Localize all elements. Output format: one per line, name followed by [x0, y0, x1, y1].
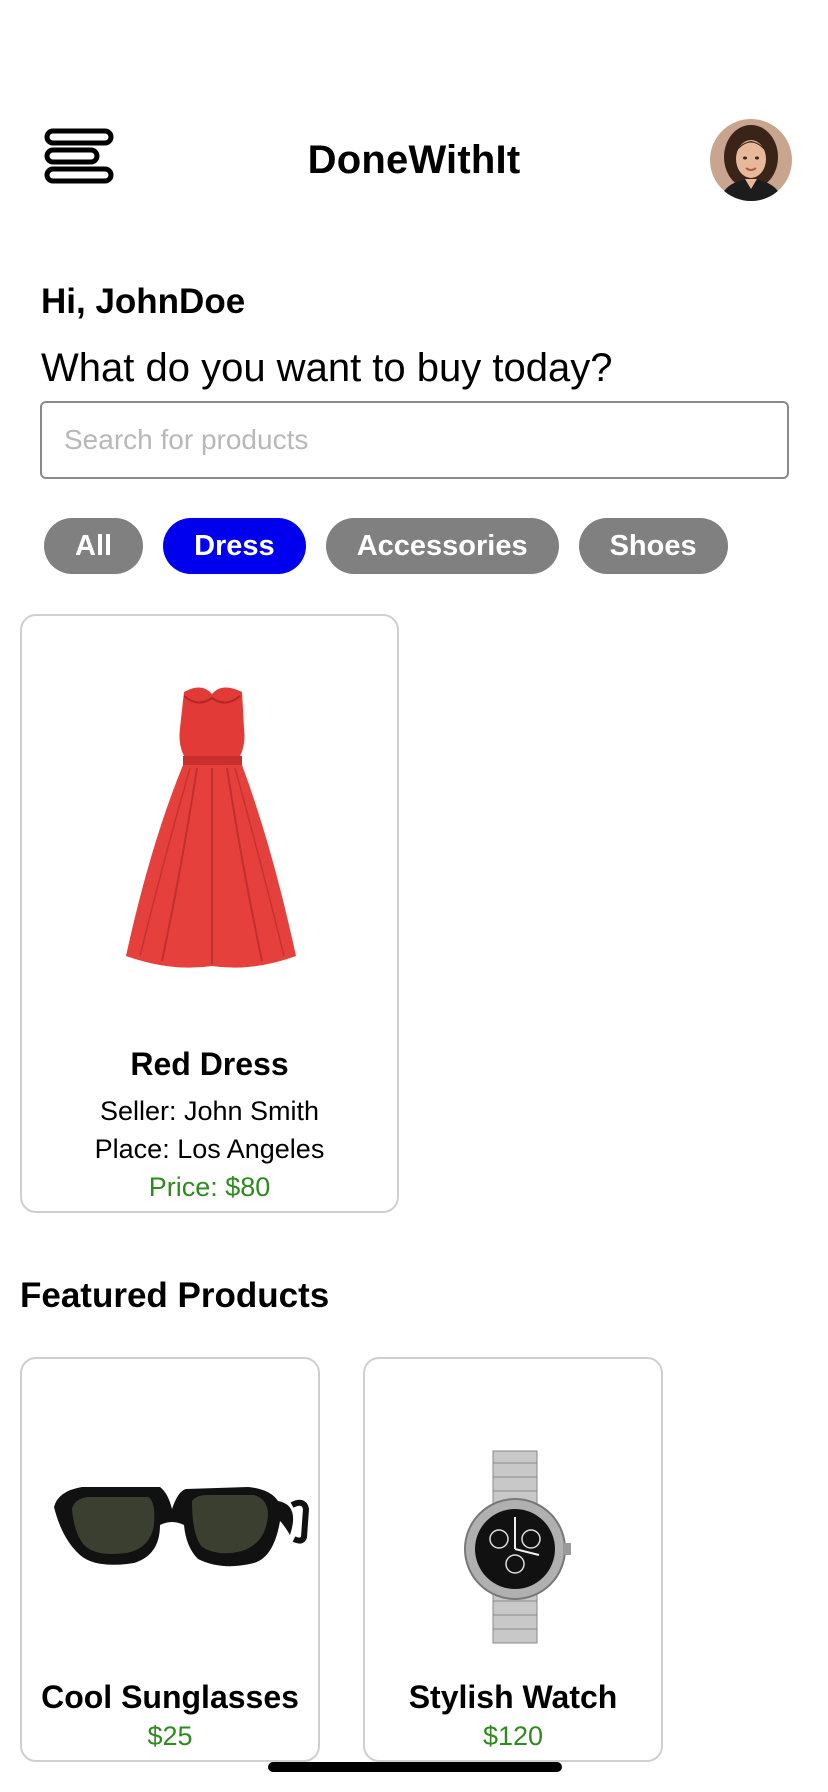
featured-name: Cool Sunglasses	[41, 1679, 299, 1715]
sunglasses-image	[22, 1359, 318, 1679]
avatar-image	[710, 119, 792, 201]
featured-price: $25	[147, 1721, 193, 1751]
user-avatar[interactable]	[710, 119, 792, 201]
app-header: DoneWithIt	[0, 118, 828, 204]
chip-accessories[interactable]: Accessories	[325, 518, 559, 574]
product-name: Red Dress	[130, 1046, 289, 1082]
product-card[interactable]: Red Dress Seller: John Smith Place: Los …	[20, 614, 399, 1213]
product-price: Price: $80	[148, 1172, 271, 1202]
featured-title: Featured Products	[20, 1276, 330, 1315]
red-dress-image	[22, 616, 397, 1046]
product-seller: Seller: John Smith	[99, 1096, 320, 1126]
watch-image	[365, 1359, 661, 1679]
chip-all[interactable]: All	[44, 518, 144, 574]
featured-card-sunglasses[interactable]: Cool Sunglasses $25	[20, 1357, 320, 1762]
featured-name: Stylish Watch	[408, 1679, 618, 1715]
chip-shoes[interactable]: Shoes	[578, 518, 728, 574]
search-input[interactable]	[40, 401, 789, 479]
chip-dress[interactable]: Dress	[163, 518, 306, 574]
category-filter: All Dress Accessories Shoes	[44, 518, 728, 574]
home-indicator[interactable]	[268, 1762, 562, 1772]
app-title: DoneWithIt	[307, 138, 521, 182]
product-place: Place: Los Angeles	[94, 1134, 325, 1164]
prompt-question: What do you want to buy today?	[41, 346, 613, 390]
featured-price: $120	[482, 1721, 544, 1751]
greeting-text: Hi, JohnDoe	[41, 282, 246, 321]
featured-card-watch[interactable]: Stylish Watch $120	[363, 1357, 663, 1762]
